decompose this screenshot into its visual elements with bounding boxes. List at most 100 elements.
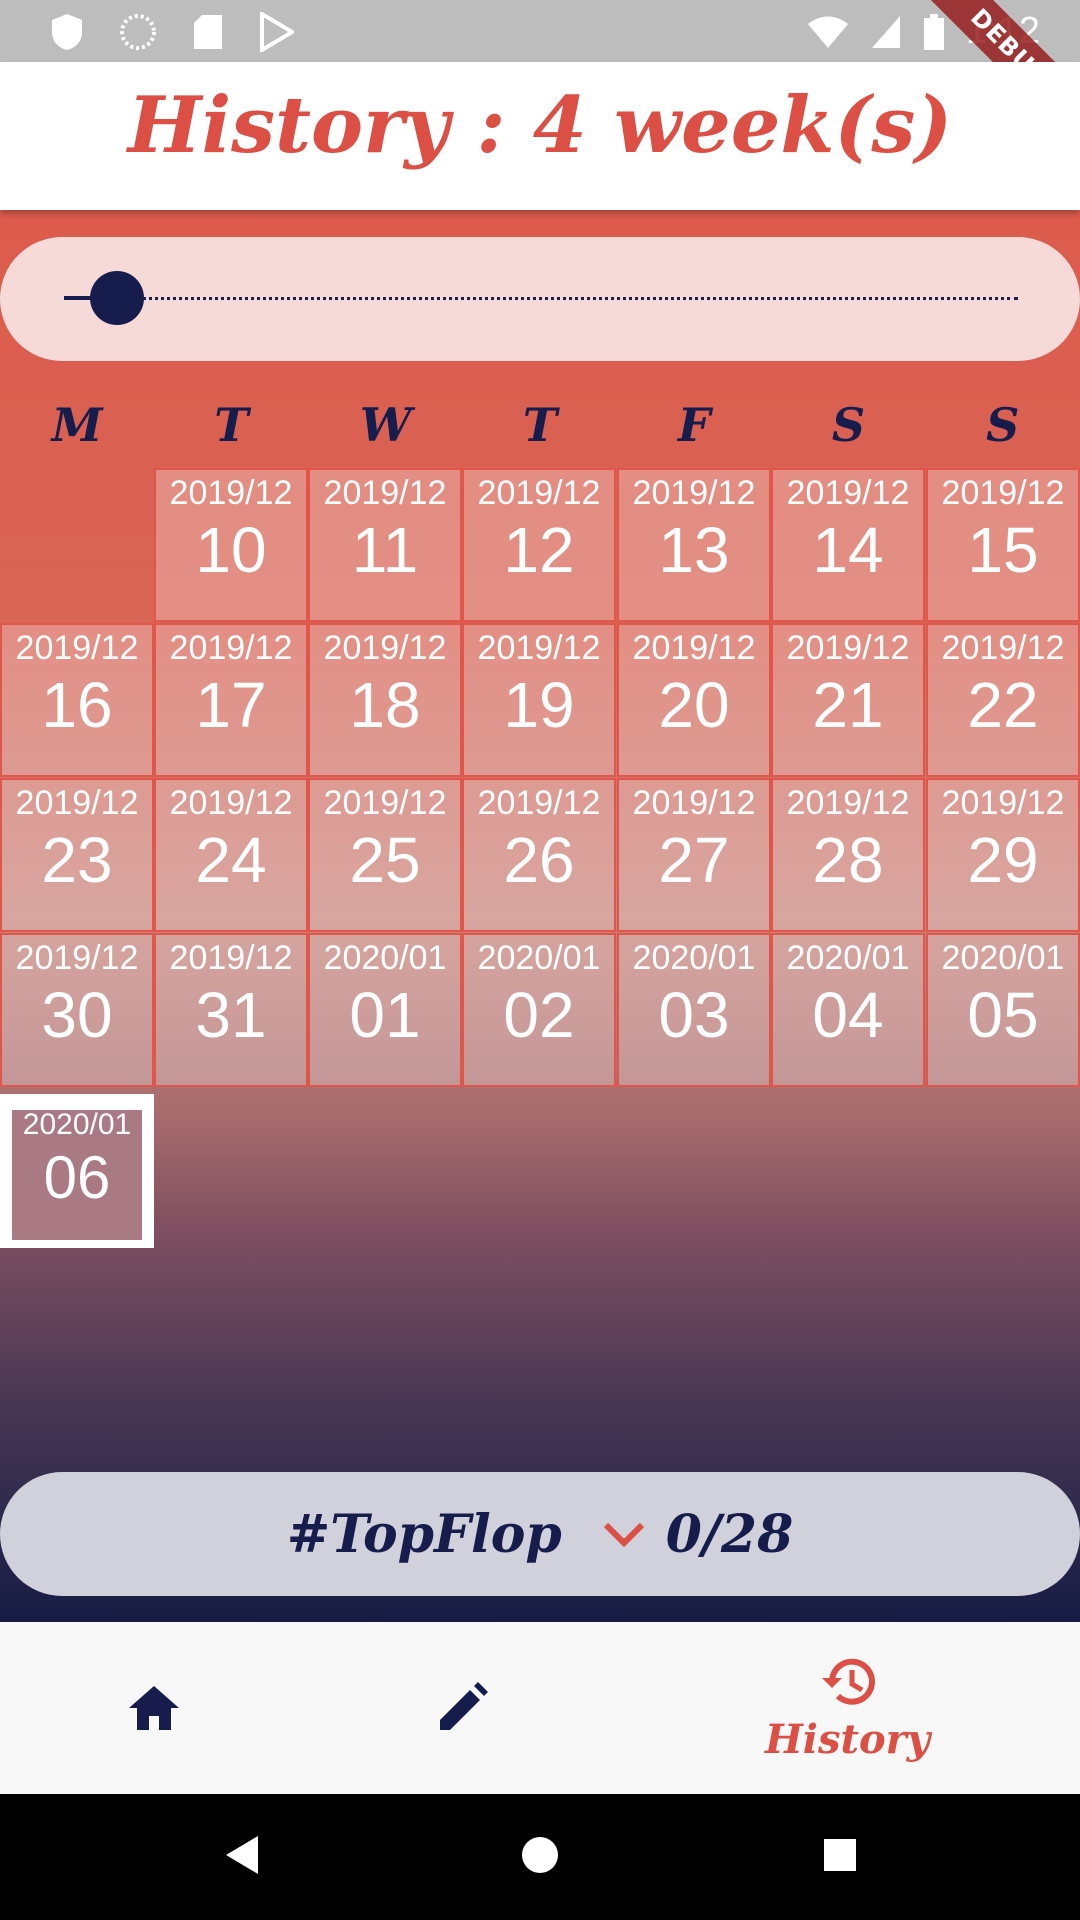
hashtag-label: #TopFlop — [286, 1503, 562, 1565]
nav-edit[interactable] — [412, 1622, 512, 1794]
history-content: M T W T F S S 2019/12 10 2019/12 11 2019/1… — [0, 210, 1080, 1622]
weeks-slider[interactable] — [0, 237, 1080, 361]
calendar-day-number: 10 — [195, 514, 267, 586]
history-icon — [821, 1658, 875, 1705]
back-icon[interactable] — [222, 1832, 262, 1878]
calendar-day-month: 2019/12 — [632, 784, 756, 822]
nav-history-label: History — [765, 1715, 930, 1763]
calendar-day-month: 2020/01 — [786, 939, 910, 977]
calendar-day-number: 06 — [43, 1144, 111, 1211]
calendar-day-number: 01 — [349, 979, 421, 1051]
calendar-day[interactable]: 2019/12 18 — [308, 623, 462, 777]
calendar-day[interactable]: 2019/12 11 — [308, 468, 462, 622]
calendar-day[interactable]: 2019/12 15 — [926, 468, 1080, 622]
status-bar: 1:12 DEBUG — [0, 0, 1080, 163]
calendar-day-number: 23 — [41, 824, 113, 896]
weekday-label: M — [51, 398, 103, 452]
calendar-day-month: 2019/12 — [477, 629, 601, 667]
calendar-day-month: 2019/12 — [169, 629, 293, 667]
calendar-day[interactable]: 2020/01 05 — [926, 933, 1080, 1087]
calendar-day-number: 31 — [195, 979, 267, 1051]
calendar-day-month: 2019/12 — [323, 784, 447, 822]
calendar-day-number: 27 — [658, 824, 730, 896]
home-button-icon[interactable] — [520, 1832, 560, 1878]
calendar-day[interactable]: 2019/12 14 — [771, 468, 925, 622]
count-group: 0/28 — [602, 1503, 794, 1565]
calendar-day[interactable]: 2020/01 04 — [771, 933, 925, 1087]
calendar-day-month: 2020/01 — [477, 939, 601, 977]
weekday-label: F — [677, 398, 711, 452]
calendar-day-number: 15 — [967, 514, 1039, 586]
calendar-day-number: 11 — [351, 514, 419, 586]
slider-track[interactable] — [64, 297, 1018, 300]
sd-card-icon — [194, 15, 222, 49]
calendar-day-number: 25 — [349, 824, 421, 896]
home-icon — [129, 1686, 179, 1730]
calendar-day-number: 21 — [812, 669, 884, 741]
calendar-day-selected[interactable]: 2020/01 06 — [0, 1094, 154, 1248]
calendar-day-number: 24 — [195, 824, 267, 896]
calendar-day[interactable]: 2019/12 25 — [308, 778, 462, 932]
calendar-day-number: 26 — [503, 824, 575, 896]
nav-history[interactable]: History — [760, 1622, 935, 1794]
calendar-day-number: 04 — [812, 979, 884, 1051]
calendar-day[interactable]: 2019/12 27 — [617, 778, 771, 932]
chevron-down-icon[interactable] — [602, 1519, 646, 1549]
calendar-day-month: 2020/01 — [632, 939, 756, 977]
calendar-day-number: 20 — [658, 669, 730, 741]
calendar-day[interactable]: 2019/12 19 — [462, 623, 616, 777]
calendar-day[interactable]: 2019/12 12 — [462, 468, 616, 622]
calendar-day-month: 2019/12 — [323, 629, 447, 667]
calendar-day[interactable]: 2019/12 13 — [617, 468, 771, 622]
weekday-label: T — [522, 398, 558, 452]
signal-icon — [872, 15, 901, 48]
calendar-day[interactable]: 2019/12 30 — [0, 933, 154, 1087]
calendar-day-month: 2019/12 — [15, 629, 139, 667]
wifi-icon — [808, 16, 849, 48]
recents-icon[interactable] — [820, 1832, 860, 1878]
calendar-day-number: 18 — [349, 669, 421, 741]
calendar-day[interactable]: 2019/12 23 — [0, 778, 154, 932]
calendar-day-number: 02 — [503, 979, 575, 1051]
calendar-day-month: 2019/12 — [786, 629, 910, 667]
calendar-day[interactable]: 2019/12 16 — [0, 623, 154, 777]
calendar-day-number: 19 — [503, 669, 575, 741]
calendar-day-month: 2019/12 — [941, 474, 1065, 512]
calendar-day-number: 14 — [812, 514, 884, 586]
calendar-day-month: 2019/12 — [941, 784, 1065, 822]
calendar-day[interactable]: 2019/12 20 — [617, 623, 771, 777]
calendar-day[interactable]: 2019/12 10 — [154, 468, 308, 622]
calendar-day-month: 2019/12 — [323, 474, 447, 512]
calendar-day-number: 30 — [41, 979, 113, 1051]
calendar-day-number: 16 — [41, 669, 113, 741]
calendar-day-month: 2019/12 — [941, 629, 1065, 667]
calendar-day[interactable]: 2020/01 03 — [617, 933, 771, 1087]
nav-home[interactable] — [104, 1622, 204, 1794]
calendar-day[interactable]: 2019/12 24 — [154, 778, 308, 932]
calendar-day[interactable]: 2019/12 28 — [771, 778, 925, 932]
calendar-day-month: 2019/12 — [15, 939, 139, 977]
calendar-day-month: 2019/12 — [786, 474, 910, 512]
calendar-day-month: 2019/12 — [632, 629, 756, 667]
calendar-day-month: 2020/01 — [323, 939, 447, 977]
summary-bar[interactable]: #TopFlop 0/28 — [0, 1472, 1080, 1596]
count-label: 0/28 — [665, 1503, 794, 1565]
calendar-day[interactable]: 2019/12 17 — [154, 623, 308, 777]
calendar-day-month: 2019/12 — [786, 784, 910, 822]
calendar-day-month: 2020/01 — [941, 939, 1065, 977]
calendar-day[interactable]: 2020/01 02 — [462, 933, 616, 1087]
calendar-day-number: 22 — [967, 669, 1039, 741]
calendar-day[interactable]: 2019/12 26 — [462, 778, 616, 932]
calendar-day-number: 13 — [658, 514, 730, 586]
calendar-day-month: 2019/12 — [169, 939, 293, 977]
weekday-label: S — [986, 398, 1020, 452]
calendar-day[interactable]: 2020/01 01 — [308, 933, 462, 1087]
calendar-day-number: 03 — [658, 979, 730, 1051]
calendar-day-month: 2019/12 — [169, 474, 293, 512]
calendar-day[interactable]: 2019/12 29 — [926, 778, 1080, 932]
slider-thumb[interactable] — [90, 271, 144, 325]
calendar-day[interactable]: 2019/12 21 — [771, 623, 925, 777]
shield-icon — [52, 14, 82, 50]
calendar-day[interactable]: 2019/12 22 — [926, 623, 1080, 777]
calendar-day[interactable]: 2019/12 31 — [154, 933, 308, 1087]
